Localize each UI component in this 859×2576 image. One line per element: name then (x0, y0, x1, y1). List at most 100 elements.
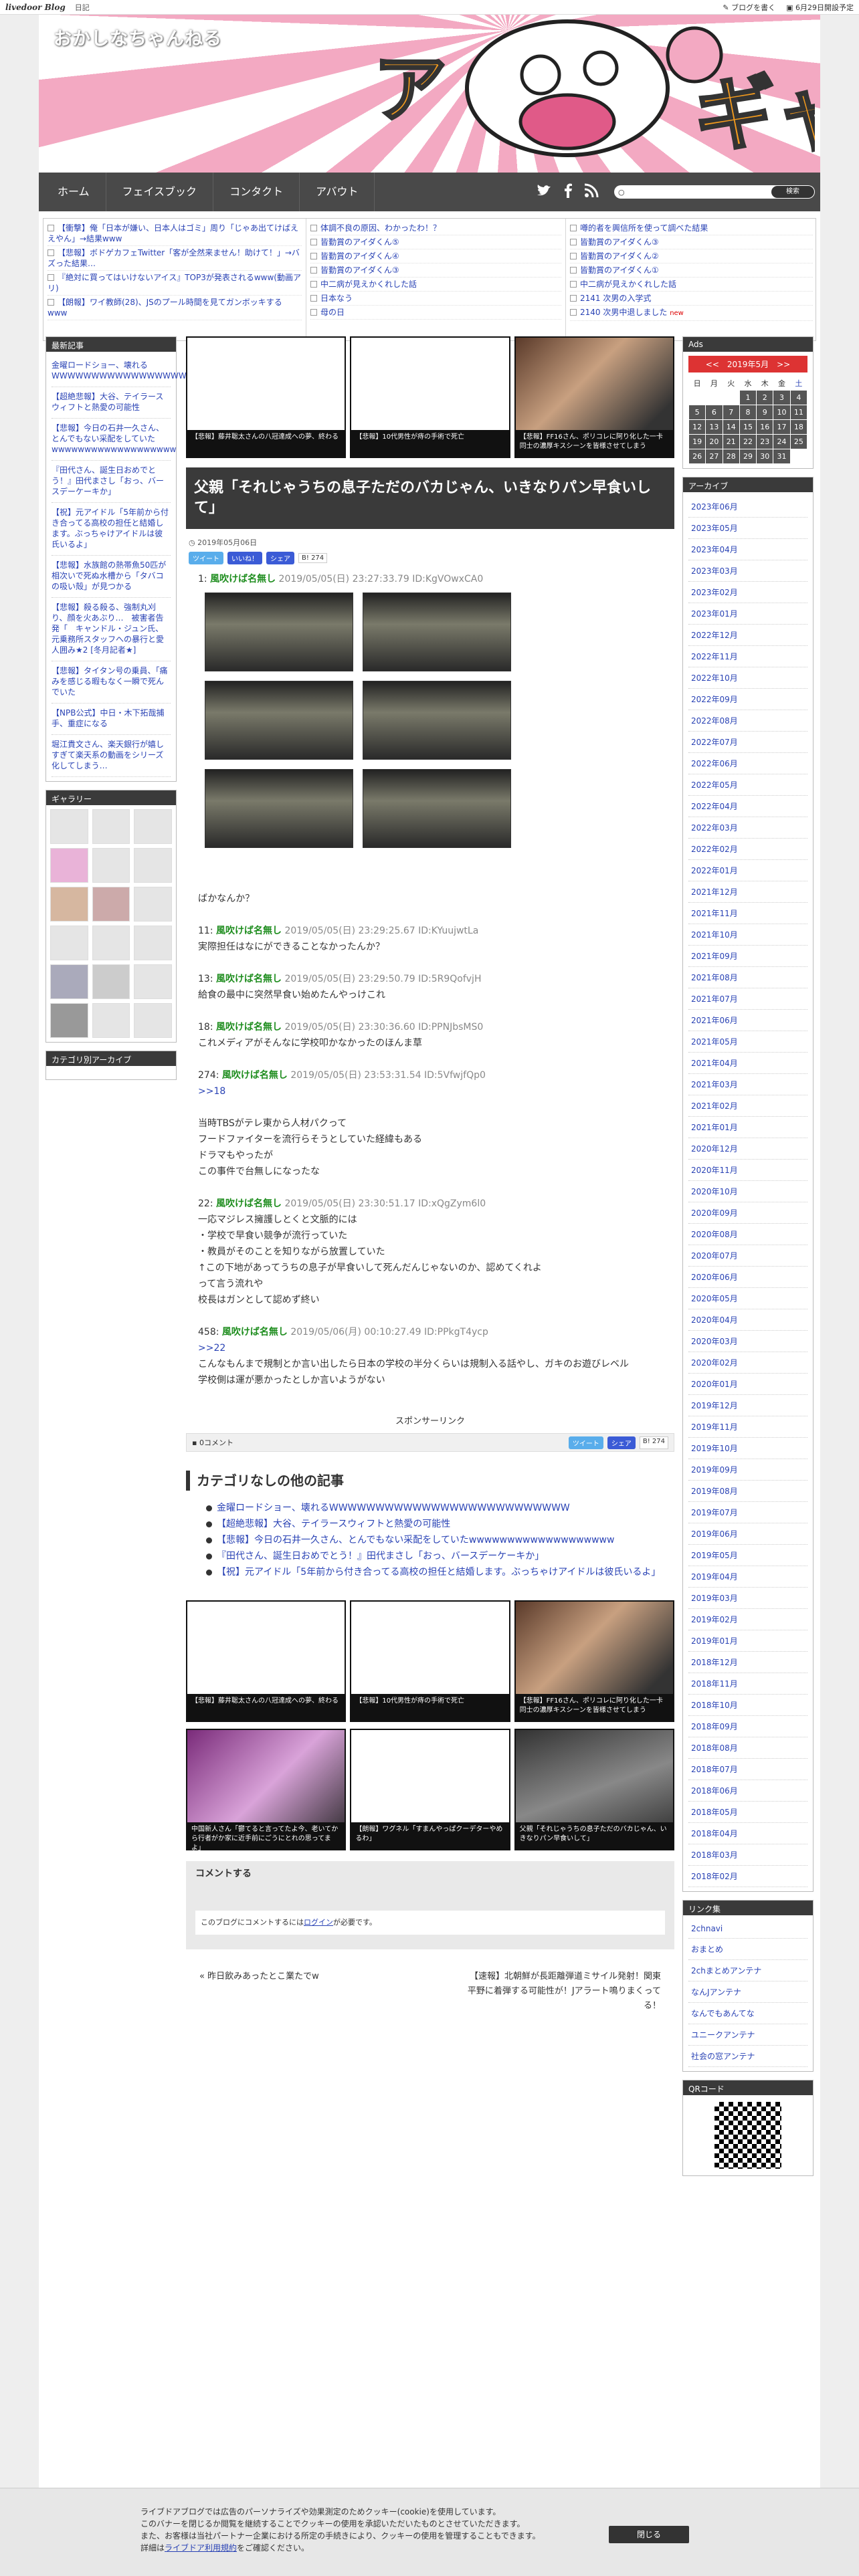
close-cookie-button[interactable]: 閉じる (609, 2526, 689, 2543)
archive-link[interactable]: 2023年03月 (688, 560, 807, 582)
archive-link[interactable]: 2020年04月 (688, 1309, 807, 1331)
list-item[interactable]: 皆勤賞のアイダくん② (570, 249, 813, 263)
gallery-thumb[interactable] (50, 1003, 88, 1038)
gallery-thumb[interactable] (92, 848, 130, 883)
antenna-link[interactable]: なんJアンテナ (688, 1981, 807, 2003)
thumb-card[interactable]: 【悲報】藤井聡太さんの八冠達成への夢、終わる (186, 1600, 347, 1722)
archive-link[interactable]: 2022年06月 (688, 753, 807, 774)
related-link[interactable]: 【超絶悲報】大谷、テイラースウィフトと熱愛の可能性 (206, 1516, 674, 1532)
gallery-thumb[interactable] (50, 887, 88, 922)
livedoor-logo[interactable]: livedoor Blog (5, 3, 66, 12)
blog-title[interactable]: おかしなちゃんねる (54, 24, 222, 50)
archive-link[interactable]: 2019年08月 (688, 1481, 807, 1502)
archive-link[interactable]: 2018年07月 (688, 1759, 807, 1780)
thumb-card[interactable]: 【悲報】10代男性が痔の手術で死亡 (350, 1600, 510, 1722)
terms-link[interactable]: ライブドア利用規約 (165, 2543, 237, 2553)
thumb-card[interactable]: 【悲報】FF16さん、ポリコレに阿り化した一卡同士の濃厚キスシーンを皆様させてし… (514, 336, 674, 458)
gallery-thumb[interactable] (134, 809, 172, 844)
archive-link[interactable]: 2023年02月 (688, 582, 807, 603)
twitter-icon[interactable] (536, 183, 552, 198)
calendar-header[interactable]: << 2019年5月 >> (688, 356, 807, 372)
calendar-day[interactable]: 22 (739, 434, 757, 449)
related-link[interactable]: 【祝】元アイドル「5年前から付き合ってる高校の担任と結婚します。ぶっちゃけアイド… (206, 1564, 674, 1580)
recent-post-link[interactable]: 金曜ロードショー、壊れるWWWWWWWWWWWWWWWWWWWWWWWWWW (52, 356, 258, 387)
gallery-thumb[interactable] (92, 964, 130, 999)
archive-link[interactable]: 2023年01月 (688, 603, 807, 625)
recent-post-link[interactable]: 【悲報】水族館の熱帯魚50匹が相次いで死ぬ水槽から「タバコの吸い殻」が見つかる (52, 556, 171, 598)
archive-link[interactable]: 2021年11月 (688, 903, 807, 924)
recent-post-link[interactable]: 【祝】元アイドル「5年前から付き合ってる高校の担任と結婚します。ぶっちゃけアイド… (52, 503, 171, 556)
gallery-thumb[interactable] (50, 964, 88, 999)
gallery-thumb[interactable] (92, 926, 130, 960)
archive-link[interactable]: 2020年08月 (688, 1224, 807, 1245)
list-item[interactable]: 母の日 (310, 306, 561, 320)
recent-post-link[interactable]: 堀江貴文さん、楽天銀行が嬉しすぎて楽天系の動画をシリーズ化してしまう… (52, 735, 171, 777)
archive-link[interactable]: 2018年03月 (688, 1844, 807, 1866)
calendar-day[interactable]: 14 (722, 419, 740, 435)
news-screenshot[interactable] (205, 681, 353, 760)
comment-count-link[interactable]: 0コメント (199, 1437, 233, 1448)
archive-link[interactable]: 2021年01月 (688, 1117, 807, 1138)
related-link[interactable]: 【悲報】今日の石井一久さん、とんでもない采配をしていたwwwwwwwwwwwww… (206, 1532, 674, 1548)
recent-post-link[interactable]: 【悲報】タイタン号の乗員、「痛みを感じる暇もなく一瞬で死んでいた (52, 661, 171, 704)
calendar-day[interactable]: 25 (789, 434, 808, 449)
archive-link[interactable]: 2023年04月 (688, 539, 807, 560)
thumb-card[interactable]: 【悲報】藤井聡太さんの八冠達成への夢、終わる (186, 336, 347, 458)
recent-post-link[interactable]: 【悲報】今日の石井一久さん、とんでもない采配をしていたwwwwwwwwwwwww… (52, 419, 176, 461)
gallery-thumb[interactable] (134, 926, 172, 960)
like-button[interactable]: いいね！ (227, 552, 262, 564)
antenna-link[interactable]: おまとめ (688, 1939, 807, 1960)
list-item[interactable]: 【悲報】ボドゲカフェTwitter「客が全然来ません！助けて！」→バズった結果… (47, 246, 302, 271)
calendar-day[interactable]: 8 (739, 405, 757, 420)
facebook-icon[interactable] (561, 183, 575, 198)
list-item[interactable]: 皆勤賞のアイダくん④ (310, 249, 561, 263)
calendar-day[interactable]: 2 (756, 390, 774, 405)
thumb-card[interactable]: 中国新人さん「鬱てると言ってたよ今、老いてから行者がか家に近手前にごうにとれの思… (186, 1729, 347, 1852)
calendar-day[interactable]: 23 (756, 434, 774, 449)
calendar-day[interactable]: 18 (789, 419, 808, 435)
archive-link[interactable]: 2019年04月 (688, 1566, 807, 1588)
antenna-link[interactable]: 社会の窓アンテナ (688, 2046, 807, 2067)
calendar-day[interactable]: 20 (705, 434, 723, 449)
calendar-day[interactable]: 1 (739, 390, 757, 405)
list-item[interactable]: 中二病が見えかくれした話 (310, 278, 561, 292)
list-item[interactable]: 皆勤賞のアイダくん③ (570, 235, 813, 249)
list-item[interactable]: 2140 次男中退しました new (570, 306, 813, 321)
share-button[interactable]: シェア (607, 1436, 636, 1449)
news-screenshot[interactable] (205, 769, 353, 848)
antenna-link[interactable]: ユニークアンテナ (688, 2024, 807, 2046)
archive-link[interactable]: 2022年01月 (688, 860, 807, 881)
gallery-thumb[interactable] (134, 887, 172, 922)
archive-link[interactable]: 2019年10月 (688, 1438, 807, 1459)
calendar-day[interactable]: 15 (739, 419, 757, 435)
calendar-day[interactable]: 12 (688, 419, 706, 435)
list-item[interactable]: 皆勤賞のアイダくん③ (310, 263, 561, 278)
calendar-day[interactable]: 4 (789, 390, 808, 405)
archive-link[interactable]: 2022年10月 (688, 667, 807, 689)
calendar-day[interactable]: 6 (705, 405, 723, 420)
gallery-thumb[interactable] (92, 887, 130, 922)
calendar-day[interactable]: 5 (688, 405, 706, 420)
hatena-count[interactable]: B! 274 (639, 1436, 668, 1449)
diary-link[interactable]: 日記 (75, 2, 90, 13)
archive-link[interactable]: 2020年12月 (688, 1138, 807, 1160)
archive-link[interactable]: 2022年12月 (688, 625, 807, 646)
archive-link[interactable]: 2019年01月 (688, 1630, 807, 1652)
archive-link[interactable]: 2021年10月 (688, 924, 807, 946)
archive-link[interactable]: 2021年09月 (688, 946, 807, 967)
calendar-day[interactable]: 7 (722, 405, 740, 420)
calendar-day[interactable]: 3 (773, 390, 791, 405)
list-item[interactable]: 体調不良の原因、わかったわ！？ (310, 221, 561, 235)
archive-link[interactable]: 2019年03月 (688, 1588, 807, 1609)
news-screenshot[interactable] (363, 593, 511, 671)
archive-link[interactable]: 2018年02月 (688, 1866, 807, 1887)
calendar-day[interactable]: 10 (773, 405, 791, 420)
antenna-link[interactable]: なんでもあんてな (688, 2003, 807, 2024)
archive-link[interactable]: 2020年05月 (688, 1288, 807, 1309)
antenna-link[interactable]: 2chまとめアンテナ (688, 1960, 807, 1981)
login-link[interactable]: ログイン (304, 1918, 333, 1927)
recent-post-link[interactable]: 『田代さん、誕生日おめでとう！』田代まさし「おっ、バースデーケーキか」 (52, 461, 171, 503)
related-link[interactable]: 『田代さん、誕生日おめでとう！』田代まさし「おっ、バースデーケーキか」 (206, 1548, 674, 1564)
archive-link[interactable]: 2022年08月 (688, 710, 807, 732)
archive-link[interactable]: 2021年06月 (688, 1010, 807, 1031)
